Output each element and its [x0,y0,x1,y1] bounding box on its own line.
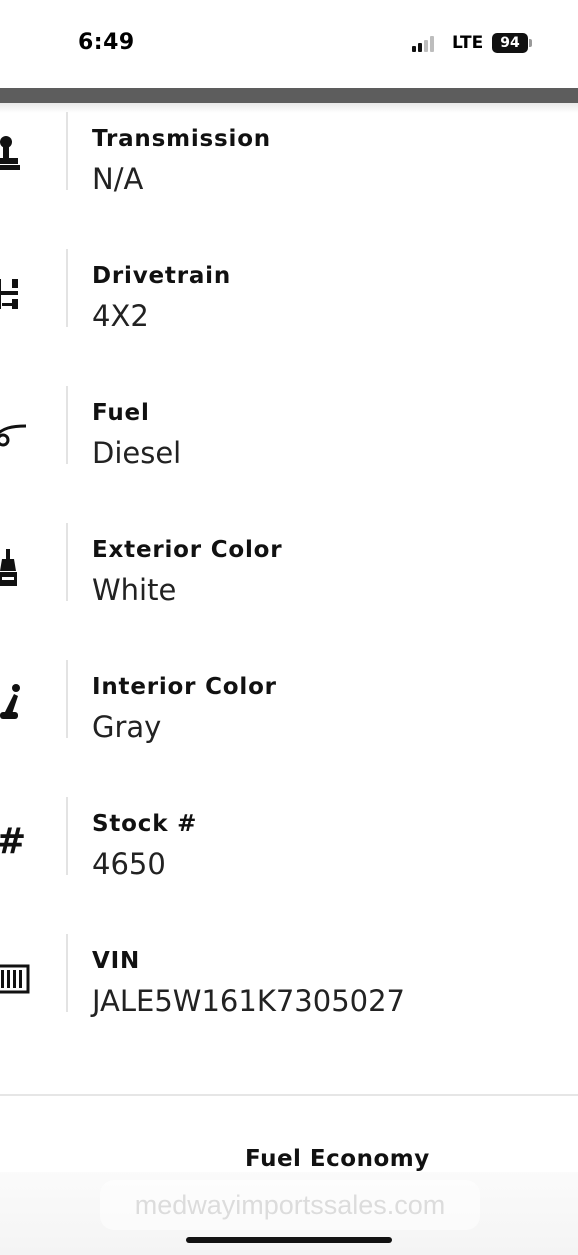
header-shadow [0,103,578,113]
fuel-nozzle-icon [0,424,27,447]
spec-divider [66,523,68,601]
battery-nub [529,39,532,47]
spec-divider [66,934,68,1012]
spec-divider [66,112,68,190]
spec-row-stock-number: # Stock # 4650 [0,797,578,891]
spec-row-fuel: Fuel Diesel [0,386,578,480]
spec-row-exterior-color: Exterior Color White [0,523,578,617]
spec-label: VIN [92,948,141,974]
status-bar: 6:49 LTE 94 [0,0,578,88]
car-seat-icon [0,684,20,719]
drivetrain-icon [0,279,18,309]
spec-value: N/A [92,162,144,196]
spec-divider [66,249,68,327]
status-time: 6:49 [78,30,135,55]
cellular-signal-icon [412,36,440,52]
spec-value: Gray [92,710,162,744]
spec-label: Fuel [92,400,150,426]
spec-divider [66,797,68,875]
spec-value: JALE5W161K7305027 [92,984,406,1018]
battery-icon: 94 [492,33,528,53]
barcode-icon [0,964,30,994]
section-title-fuel-economy: Fuel Economy [245,1146,430,1172]
spec-value: White [92,573,177,607]
home-indicator[interactable] [186,1237,392,1243]
paint-brush-icon [0,549,17,586]
spec-value: Diesel [92,436,182,470]
spec-label: Stock # [92,811,198,837]
gear-shifter-icon [0,136,20,170]
spec-label: Transmission [92,126,271,152]
spec-row-vin: VIN JALE5W161K7305027 [0,934,578,1028]
spec-value: 4X2 [92,299,149,333]
hash-icon: # [0,821,26,861]
network-type: LTE [452,33,484,53]
spec-label: Exterior Color [92,537,283,563]
spec-row-transmission: Transmission N/A [0,112,578,206]
spec-label: Interior Color [92,674,277,700]
spec-row-drivetrain: Drivetrain 4X2 [0,249,578,343]
spec-divider [66,386,68,464]
address-bar-url[interactable]: medwayimportssales.com [100,1190,480,1221]
spec-label: Drivetrain [92,263,232,289]
svg-text:#: # [0,821,26,861]
spec-divider [66,660,68,738]
section-divider [0,1094,578,1096]
spec-value: 4650 [92,847,166,881]
header-rule [0,88,578,103]
spec-row-interior-color: Interior Color Gray [0,660,578,754]
